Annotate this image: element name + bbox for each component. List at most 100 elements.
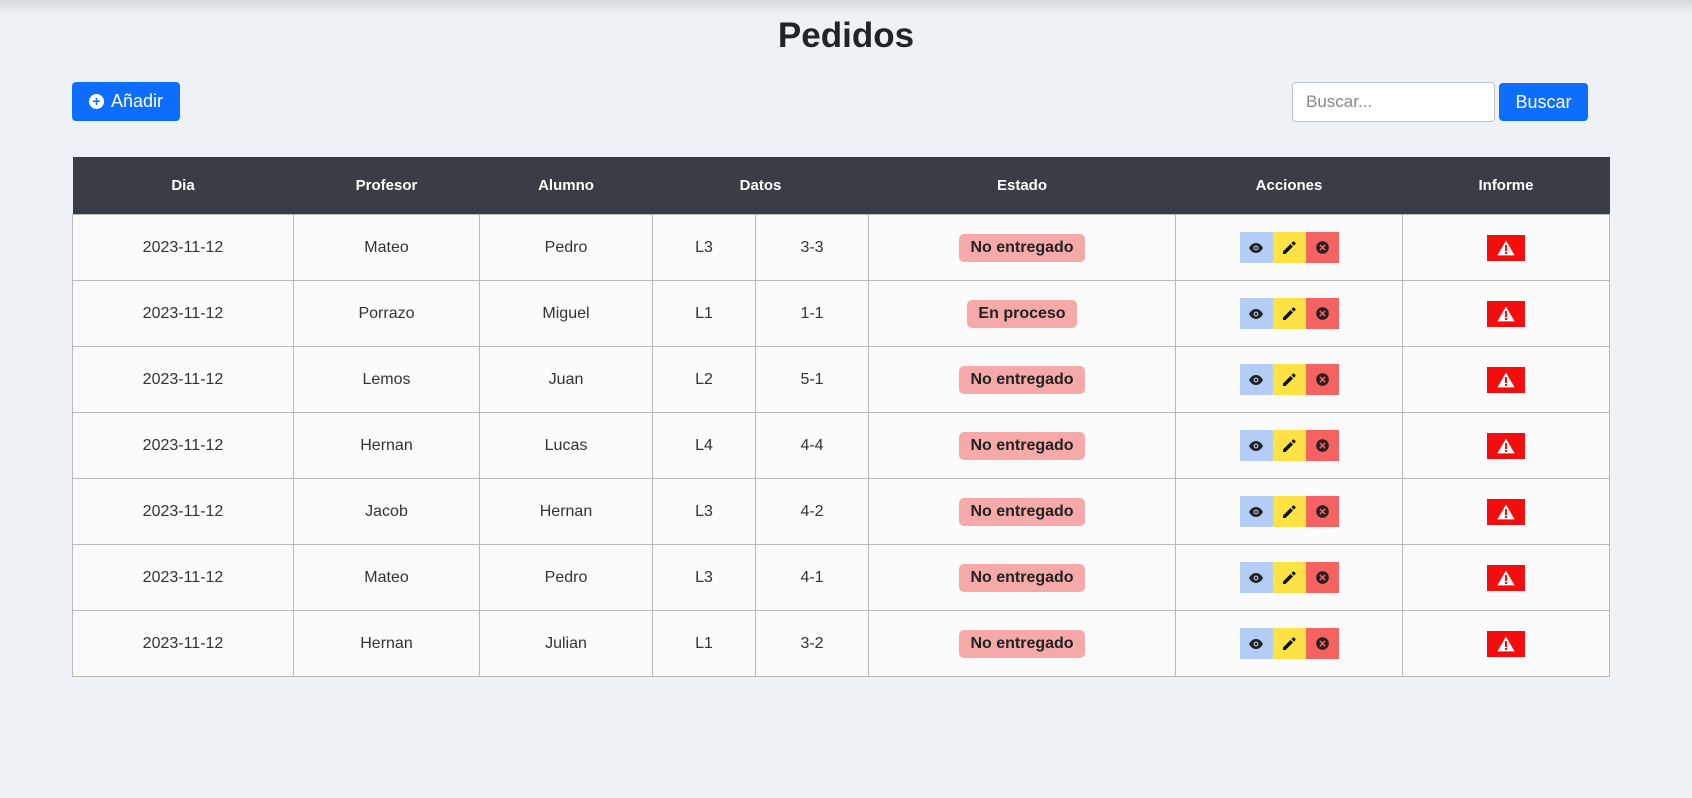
cell-informe (1402, 412, 1610, 479)
search-button[interactable]: Buscar (1499, 83, 1588, 121)
cell-dia: 2023-11-12 (72, 412, 294, 479)
column-header-acciones: Acciones (1175, 157, 1403, 215)
table-row: 2023-11-12 Porrazo Miguel L1 1-1 En proc… (72, 280, 1610, 347)
edit-button[interactable] (1272, 364, 1306, 395)
table-row: 2023-11-12 Mateo Pedro L3 4-1 No entrega… (72, 544, 1610, 611)
plus-circle-icon: + (88, 94, 104, 109)
pencil-icon (1282, 306, 1296, 321)
row-actions (1239, 562, 1339, 593)
report-button[interactable] (1487, 366, 1525, 393)
cell-dia: 2023-11-12 (72, 214, 294, 281)
view-button[interactable] (1239, 496, 1273, 527)
warning-icon (1497, 438, 1515, 454)
close-circle-icon (1315, 505, 1329, 518)
cell-acciones (1175, 412, 1403, 479)
eye-icon (1249, 506, 1263, 517)
cell-acciones (1175, 346, 1403, 413)
edit-button[interactable] (1272, 298, 1306, 329)
table-header-row: Dia Profesor Alumno Datos Estado Accione… (72, 157, 1610, 215)
pencil-icon (1282, 240, 1296, 255)
cell-dato-code: 4-4 (755, 412, 869, 479)
cell-dia: 2023-11-12 (72, 346, 294, 413)
delete-button[interactable] (1305, 496, 1339, 527)
cell-informe (1402, 544, 1610, 611)
cell-dato-code: 4-1 (755, 544, 869, 611)
cell-alumno: Julian (479, 610, 653, 677)
close-circle-icon (1315, 373, 1329, 386)
cell-dia: 2023-11-12 (72, 544, 294, 611)
top-shadow (0, 0, 1692, 14)
row-actions (1239, 364, 1339, 395)
report-button[interactable] (1487, 630, 1525, 657)
table-row: 2023-11-12 Jacob Hernan L3 4-2 No entreg… (72, 478, 1610, 545)
cell-alumno: Hernan (479, 478, 653, 545)
row-actions (1239, 496, 1339, 527)
cell-dato-code: 5-1 (755, 346, 869, 413)
eye-icon (1249, 638, 1263, 649)
cell-dato-level: L1 (652, 280, 756, 347)
cell-alumno: Pedro (479, 214, 653, 281)
report-button[interactable] (1487, 498, 1525, 525)
edit-button[interactable] (1272, 430, 1306, 461)
edit-button[interactable] (1272, 496, 1306, 527)
report-button[interactable] (1487, 234, 1525, 261)
cell-acciones (1175, 610, 1403, 677)
delete-button[interactable] (1305, 364, 1339, 395)
delete-button[interactable] (1305, 298, 1339, 329)
warning-icon (1497, 504, 1515, 520)
cell-dato-level: L2 (652, 346, 756, 413)
orders-table: Dia Profesor Alumno Datos Estado Accione… (72, 157, 1610, 677)
cell-dato-level: L3 (652, 544, 756, 611)
cell-alumno: Pedro (479, 544, 653, 611)
cell-dato-level: L1 (652, 610, 756, 677)
cell-dato-code: 1-1 (755, 280, 869, 347)
cell-estado: No entregado (868, 478, 1176, 545)
pencil-icon (1282, 570, 1296, 585)
cell-estado: En proceso (868, 280, 1176, 347)
status-badge: No entregado (959, 497, 1085, 526)
table-row: 2023-11-12 Mateo Pedro L3 3-3 No entrega… (72, 214, 1610, 281)
delete-button[interactable] (1305, 562, 1339, 593)
cell-profesor: Lemos (293, 346, 480, 413)
status-badge: No entregado (959, 365, 1085, 394)
view-button[interactable] (1239, 364, 1273, 395)
column-header-informe: Informe (1402, 157, 1610, 215)
view-button[interactable] (1239, 232, 1273, 263)
cell-informe (1402, 280, 1610, 347)
pencil-icon (1282, 438, 1296, 453)
view-button[interactable] (1239, 430, 1273, 461)
cell-profesor: Porrazo (293, 280, 480, 347)
cell-informe (1402, 214, 1610, 281)
cell-informe (1402, 610, 1610, 677)
table-row: 2023-11-12 Hernan Lucas L4 4-4 No entreg… (72, 412, 1610, 479)
cell-dia: 2023-11-12 (72, 478, 294, 545)
warning-icon (1497, 570, 1515, 586)
report-button[interactable] (1487, 300, 1525, 327)
cell-informe (1402, 346, 1610, 413)
view-button[interactable] (1239, 562, 1273, 593)
delete-button[interactable] (1305, 628, 1339, 659)
delete-button[interactable] (1305, 232, 1339, 263)
view-button[interactable] (1239, 298, 1273, 329)
cell-acciones (1175, 280, 1403, 347)
cell-alumno: Miguel (479, 280, 653, 347)
edit-button[interactable] (1272, 628, 1306, 659)
search-input[interactable] (1292, 82, 1495, 122)
report-button[interactable] (1487, 564, 1525, 591)
row-actions (1239, 628, 1339, 659)
column-header-profesor: Profesor (293, 157, 480, 215)
add-button[interactable]: + Añadir (72, 82, 180, 121)
edit-button[interactable] (1272, 232, 1306, 263)
close-circle-icon (1315, 439, 1329, 452)
cell-alumno: Juan (479, 346, 653, 413)
eye-icon (1249, 308, 1263, 319)
cell-dato-level: L3 (652, 214, 756, 281)
cell-estado: No entregado (868, 214, 1176, 281)
cell-alumno: Lucas (479, 412, 653, 479)
edit-button[interactable] (1272, 562, 1306, 593)
report-button[interactable] (1487, 432, 1525, 459)
cell-profesor: Jacob (293, 478, 480, 545)
view-button[interactable] (1239, 628, 1273, 659)
delete-button[interactable] (1305, 430, 1339, 461)
page-title: Pedidos (777, 16, 915, 55)
